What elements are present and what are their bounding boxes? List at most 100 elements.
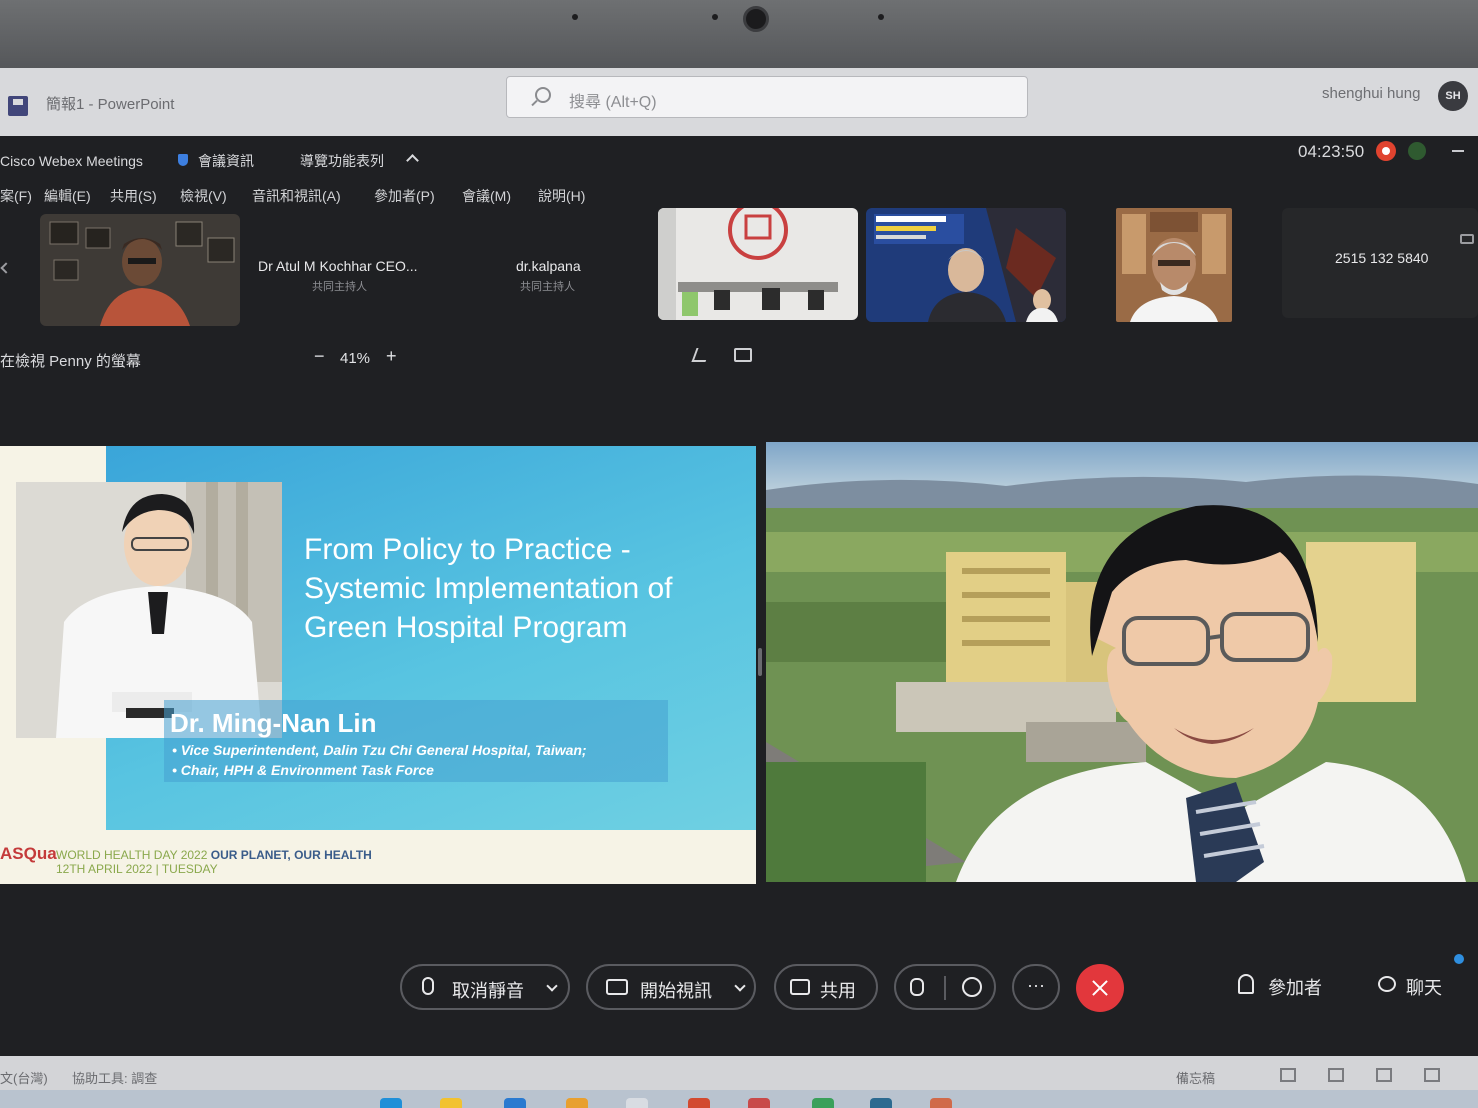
participant-name: dr.kalpana [516, 258, 581, 274]
search-input[interactable]: 搜尋 (Alt+Q) [506, 76, 1028, 118]
participant-strip: Dr Atul M Kochhar CEO... 共同主持人 dr.kalpan… [0, 208, 1478, 328]
taskbar-app-icon[interactable] [870, 1098, 892, 1108]
menu-help[interactable]: 說明(H) [538, 186, 585, 206]
notes-button[interactable]: 備忘稿 [1176, 1068, 1215, 1087]
leave-meeting-button[interactable] [1076, 964, 1124, 1012]
camera-off-icon [606, 979, 628, 995]
microphone-off-icon [422, 977, 434, 995]
raise-hand-icon[interactable] [910, 978, 924, 996]
participants-panel-button[interactable]: 參加者 [1268, 974, 1322, 1000]
asqua-logo: ASQua [0, 844, 57, 863]
search-icon [535, 87, 551, 103]
chevron-up-icon[interactable] [406, 154, 419, 167]
annotate-icon[interactable] [691, 348, 711, 362]
bezel-sensor [878, 14, 884, 20]
photo-of-laptop-screen: 簡報1 - PowerPoint 搜尋 (Alt+Q) shenghui hun… [0, 0, 1478, 1108]
taskbar-app-icon[interactable] [812, 1098, 834, 1108]
share-button[interactable]: 共用 [774, 964, 878, 1010]
zoom-in-button[interactable]: + [386, 346, 397, 367]
windows-taskbar [0, 1090, 1478, 1108]
participant-video [40, 214, 240, 326]
slide-sorter-icon[interactable] [1328, 1068, 1344, 1082]
powerpoint-title-bar: 簡報1 - PowerPoint 搜尋 (Alt+Q) shenghui hun… [0, 68, 1478, 136]
taskbar-app-icon[interactable] [566, 1098, 588, 1108]
menu-file[interactable]: 案(F) [0, 186, 32, 206]
shared-slide: From Policy to Practice - Systemic Imple… [0, 446, 756, 884]
speaker-virtual-background [766, 442, 1478, 882]
bezel-sensor [572, 14, 578, 20]
taskbar-app-icon[interactable] [504, 1098, 526, 1108]
participant-video [658, 208, 858, 320]
split-resize-handle[interactable] [758, 648, 762, 676]
nav-menu-toggle[interactable]: 導覽功能表列 [300, 151, 384, 171]
slideshow-icon[interactable] [1424, 1068, 1440, 1082]
avatar[interactable]: SH [1438, 81, 1468, 111]
reactions-divider [944, 976, 946, 1000]
meeting-number: 2515 132 5840 [1335, 250, 1429, 266]
taskbar-app-icon[interactable] [380, 1098, 402, 1108]
account-name[interactable]: shenghui hung [1322, 85, 1420, 102]
participant-video [866, 208, 1066, 322]
taskbar-app-icon[interactable] [930, 1098, 952, 1108]
participant-video-tile[interactable] [1116, 208, 1232, 322]
event-name: WORLD HEALTH DAY 2022 [56, 848, 208, 862]
chevron-down-icon[interactable] [546, 980, 558, 992]
chevron-down-icon[interactable] [734, 980, 746, 992]
document-title: 簡報1 - PowerPoint [46, 96, 175, 113]
accessibility-status[interactable]: 協助工具: 調查 [72, 1068, 157, 1087]
menu-edit[interactable]: 編輯(E) [44, 186, 91, 206]
recording-icon[interactable] [1376, 141, 1396, 161]
chat-panel-button[interactable]: 聊天 [1406, 974, 1442, 1000]
participant-video-tile[interactable] [866, 208, 1066, 322]
viewing-screen-label: 在檢視 Penny 的螢幕 [0, 353, 141, 370]
language-status[interactable]: 文(台灣) [0, 1068, 48, 1087]
menu-bar: 案(F) 編輯(E) 共用(S) 檢視(V) 音訊和視訊(A) 參加者(P) 會… [0, 186, 1478, 210]
speaker-credential: • Chair, HPH & Environment Task Force [172, 762, 434, 778]
meeting-controls: 取消靜音 開始視訊 共用 ··· 參加者 聊天 [0, 952, 1478, 1024]
start-video-button[interactable]: 開始視訊 [586, 964, 756, 1010]
meeting-info-button[interactable]: 會議資訊 [198, 151, 254, 171]
event-date: 12TH APRIL 2022 | TUESDAY [56, 862, 218, 876]
participant-video-tile[interactable] [658, 208, 858, 320]
taskbar-app-icon[interactable] [688, 1098, 710, 1108]
app-name: Cisco Webex Meetings [0, 153, 143, 169]
bezel-sensor [712, 14, 718, 20]
meeting-timer: 04:23:50 [1298, 142, 1365, 161]
save-icon[interactable] [8, 96, 28, 116]
participants-icon[interactable] [1238, 974, 1254, 994]
chat-icon[interactable] [1378, 976, 1396, 992]
reading-view-icon[interactable] [1376, 1068, 1392, 1082]
reaction-icon[interactable] [962, 977, 982, 997]
slide-title-line: Green Hospital Program [304, 611, 628, 644]
panel-toggle-icon[interactable] [1460, 234, 1474, 244]
webex-window: Cisco Webex Meetings 會議資訊 導覽功能表列 04:23:5… [0, 136, 1478, 1056]
menu-audio-video[interactable]: 音訊和視訊(A) [252, 186, 341, 206]
share-screen-icon[interactable] [734, 348, 752, 362]
unmute-button[interactable]: 取消靜音 [400, 964, 570, 1010]
menu-participants[interactable]: 參加者(P) [374, 186, 435, 206]
menu-share[interactable]: 共用(S) [110, 186, 157, 206]
minimize-icon[interactable] [1452, 150, 1464, 152]
normal-view-icon[interactable] [1280, 1068, 1296, 1082]
more-icon: ··· [1027, 975, 1045, 995]
laptop-bezel [0, 0, 1478, 68]
notification-dot [1454, 954, 1464, 964]
zoom-level: 41% [340, 350, 371, 367]
more-options-button[interactable]: ··· [1012, 964, 1060, 1010]
shield-icon [178, 154, 188, 166]
slide-title: From Policy to Practice - Systemic Imple… [304, 530, 724, 647]
participant-name: Dr Atul M Kochhar CEO... [258, 258, 418, 274]
unmute-label: 取消靜音 [452, 981, 524, 1001]
webex-title-bar: Cisco Webex Meetings 會議資訊 導覽功能表列 04:23:5… [0, 136, 1478, 186]
participant-video-tile[interactable] [40, 214, 240, 326]
menu-view[interactable]: 檢視(V) [180, 186, 227, 206]
zoom-out-button[interactable]: − [314, 346, 325, 367]
taskbar-app-icon[interactable] [626, 1098, 648, 1108]
participant-role: 共同主持人 [312, 281, 367, 293]
reactions-group [894, 964, 996, 1010]
taskbar-app-icon[interactable] [748, 1098, 770, 1108]
chevron-left-icon[interactable] [0, 262, 12, 274]
taskbar-app-icon[interactable] [440, 1098, 462, 1108]
participant-video [1116, 208, 1232, 322]
menu-meeting[interactable]: 會議(M) [462, 186, 511, 206]
